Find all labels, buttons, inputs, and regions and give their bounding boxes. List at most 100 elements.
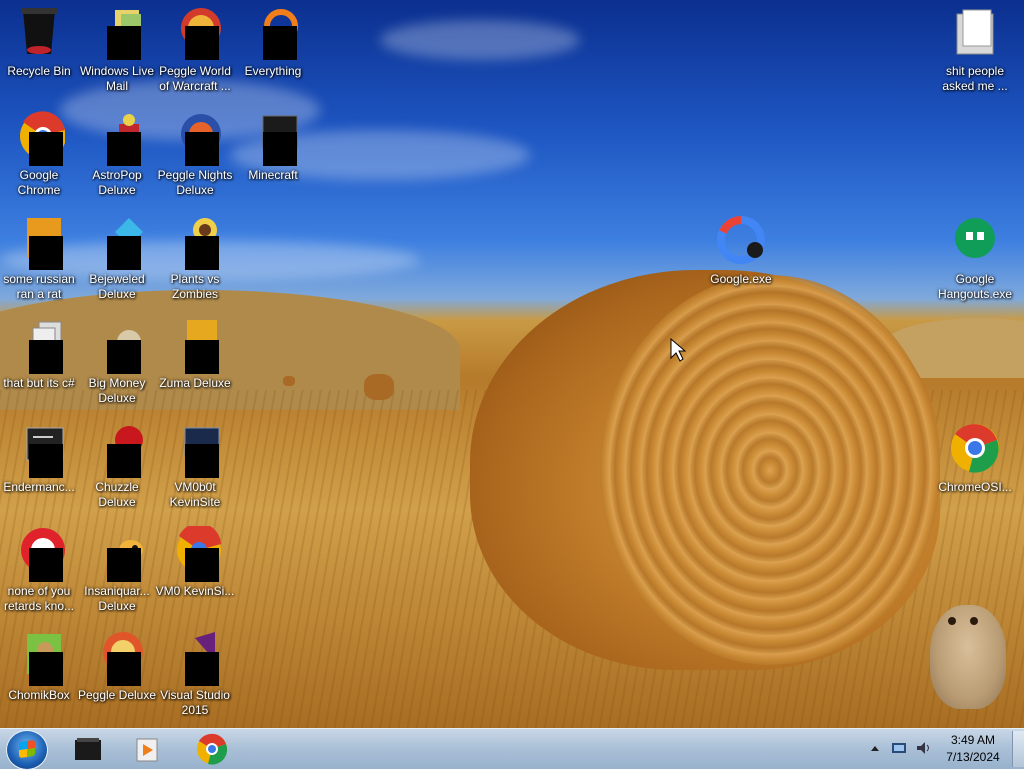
magnifier-icon [247,6,299,60]
show-hidden-icons-chevron-icon[interactable] [870,744,880,752]
icon-label: Chuzzle Deluxe [95,480,139,509]
taskbar-pinned-app[interactable] [133,733,165,765]
icon-label: Bejeweled Deluxe [89,272,145,301]
show-desktop-button[interactable] [1012,731,1024,767]
icon-label: VM0b0t KevinSite [169,480,221,509]
peggle-nights-shortcut[interactable]: Peggle Nights Deluxe [155,106,235,206]
russian-rat-shortcut[interactable]: e some russian ran a rat [0,210,79,310]
hangouts-icon [949,214,1001,266]
chomik-icon [13,630,65,686]
zuma-shortcut[interactable]: Zuma Deluxe [155,314,235,414]
ie-icon: e [13,214,65,270]
icon-label: Google Chrome [17,168,61,197]
small-hay-bale [283,376,295,386]
clock-time[interactable]: 3:49 AM [938,733,1008,747]
big-money-shortcut[interactable]: Big Money Deluxe [77,314,157,414]
icon-label: VM0 KevinSi... [155,584,235,598]
google-chrome-shortcut[interactable]: Google Chrome [0,106,79,206]
windows-logo-icon [19,739,35,759]
vm0b0t-kevinsite-shortcut[interactable]: VM0b0t KevinSite [155,418,235,518]
icon-label: Recycle Bin [7,64,71,78]
icon-label: Endermanc... [3,480,75,494]
cloud [380,20,580,60]
insaniquarium-shortcut[interactable]: Insaniquar... Deluxe [77,522,157,622]
chrome-icon [13,110,66,166]
taskbar-pinned-app[interactable] [72,733,104,765]
icon-label: Windows Live Mail [79,64,155,93]
peggle-icon [169,6,221,60]
icon-label: Peggle Deluxe [77,688,157,702]
shit-people-asked-folder[interactable]: shit people asked me ... [935,2,1015,102]
endermanch-shortcut[interactable]: Endermanc... [0,418,79,518]
media-player-icon [136,738,158,762]
gem-icon [91,214,143,270]
chrome-icon [949,422,1001,474]
google-hangouts-shortcut[interactable]: Google Hangouts.exe [935,210,1015,310]
chrome-icon [197,733,228,765]
start-button[interactable] [6,730,48,770]
chuzzle-icon [91,422,143,478]
monitor-icon [169,422,221,478]
peggle-deluxe-shortcut[interactable]: Peggle Deluxe [77,626,157,726]
mail-icon [91,6,143,60]
icon-label: Peggle World of Warcraft ... [159,64,231,93]
visual-studio-shortcut[interactable]: Visual Studio 2015 [155,626,235,726]
icon-label: Visual Studio 2015 [160,688,230,717]
zuma-icon [169,318,221,374]
icon-label: none of you retards kno... [3,584,75,613]
icon-label: Minecraft [248,168,298,182]
astropop-shortcut[interactable]: AstroPop Deluxe [77,106,157,206]
chromeosi-shortcut[interactable]: ChromeOSI... [935,418,1015,518]
network-icon[interactable] [891,741,907,755]
recycle-bin-icon [13,6,65,58]
small-hay-bale [364,374,394,400]
plant-icon [169,214,221,270]
minecraft-shortcut[interactable]: Minecraft [233,106,313,206]
icon-label: ChromeOSI... [938,480,1012,494]
chrome-icon [169,523,221,582]
hay-bale-face [600,275,940,665]
that-but-its-csharp-shortcut[interactable]: that but its c# [0,314,79,414]
fish-icon [91,526,143,582]
money-icon [91,318,143,374]
icon-label: Insaniquar... Deluxe [84,584,150,613]
peggle-icon [91,630,143,686]
console-icon [13,422,65,478]
icon-label: Everything [244,64,302,78]
minecraft-icon [247,110,299,166]
icon-label: ChomikBox [8,688,70,702]
clock-date[interactable]: 7/13/2024 [938,750,1008,764]
icon-label: Peggle Nights Deluxe [157,168,233,197]
icon-label: AstroPop Deluxe [92,168,142,197]
black-app-icon [75,738,101,760]
mouse-cursor-icon [670,338,686,362]
chuzzle-shortcut[interactable]: Chuzzle Deluxe [77,418,157,518]
google-exe-shortcut[interactable]: Google.exe [701,210,781,310]
visual-studio-icon [169,630,221,686]
icon-label: Google.exe [710,272,772,286]
icon-label: Zuma Deluxe [159,376,231,390]
icon-label: Big Money Deluxe [88,376,146,405]
icon-label: shit people asked me ... [942,64,1008,93]
gopher-desktop-widget[interactable] [930,605,1006,709]
peggle-wow-shortcut[interactable]: Peggle World of Warcraft ... [155,2,235,102]
taskbar: 3:49 AM 7/13/2024 [0,728,1024,770]
plants-vs-zombies-shortcut[interactable]: Plants vs Zombies [155,210,235,310]
opera-icon [13,526,65,582]
vm0-kevinsite-shortcut[interactable]: VM0 KevinSi... [155,522,235,622]
none-of-you-shortcut[interactable]: none of you retards kno... [0,522,79,622]
everything-shortcut[interactable]: Everything [233,2,313,102]
icon-label: some russian ran a rat [3,272,75,301]
volume-icon[interactable] [915,740,931,756]
google-icon [715,214,767,266]
recycle-bin-shortcut[interactable]: Recycle Bin [0,2,79,102]
desktop-background: Recycle Bin Windows Live Mail Peggle Wor… [0,0,1024,728]
chomikbox-shortcut[interactable]: ChomikBox [0,626,79,726]
icon-label: Plants vs Zombies [170,272,220,301]
window-stack-icon [13,318,65,374]
taskbar-pinned-app[interactable] [196,733,228,765]
icon-label: Google Hangouts.exe [937,272,1013,301]
windows-live-mail-shortcut[interactable]: Windows Live Mail [77,2,157,102]
icon-label: that but its c# [3,376,75,390]
bejeweled-shortcut[interactable]: Bejeweled Deluxe [77,210,157,310]
